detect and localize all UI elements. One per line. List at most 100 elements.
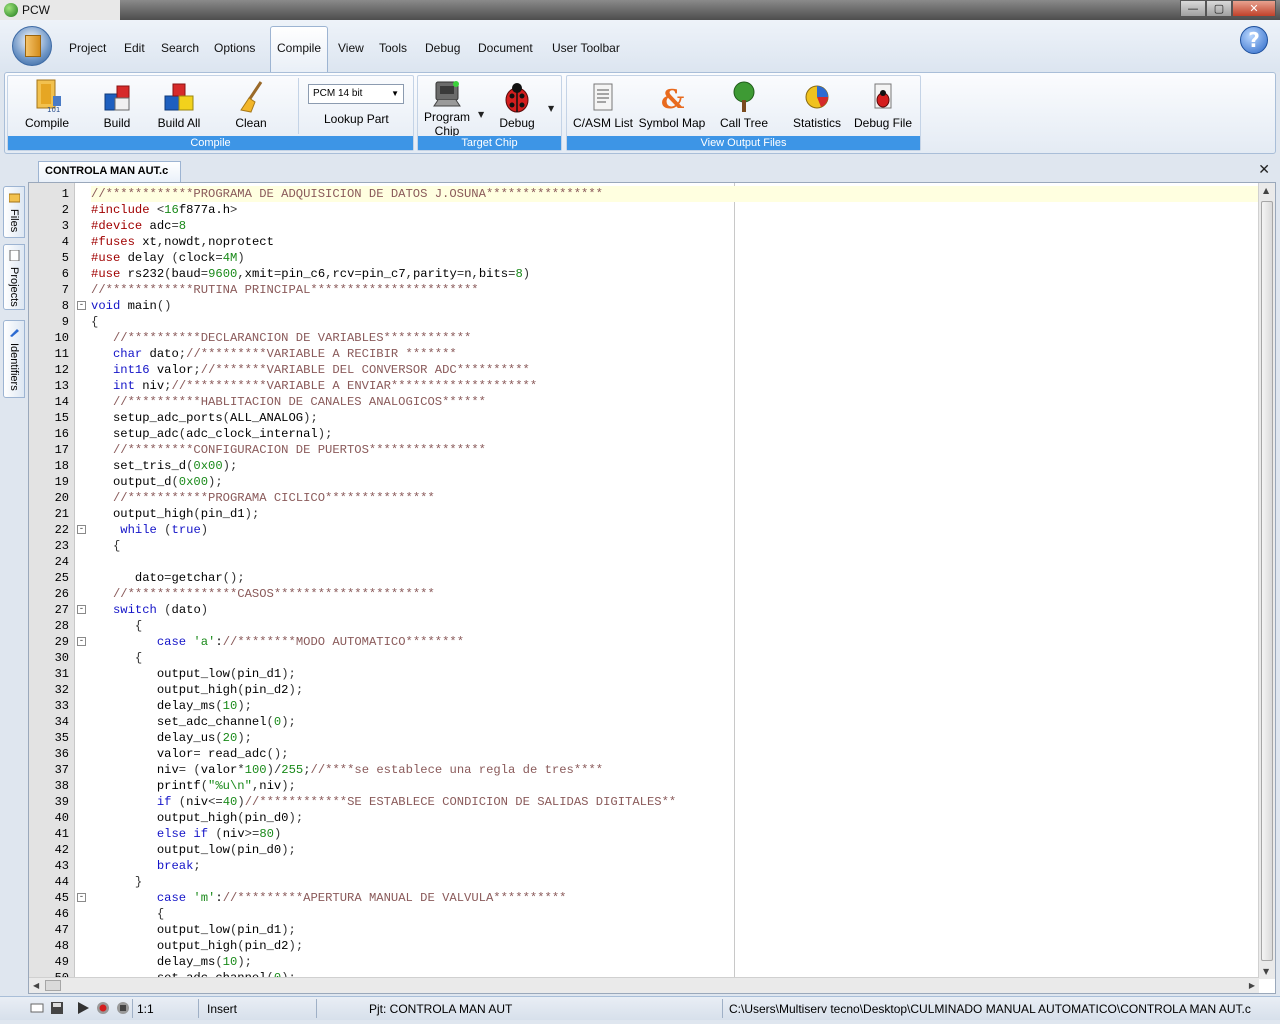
application-menu-button[interactable] xyxy=(12,26,52,66)
scroll-up-icon[interactable]: ▲ xyxy=(1263,186,1269,195)
fold-toggle-icon[interactable]: - xyxy=(77,637,86,646)
fold-toggle-icon[interactable]: - xyxy=(77,301,86,310)
code-line[interactable]: 20 //***********PROGRAMA CICLICO********… xyxy=(55,490,1259,506)
code-line[interactable]: 43 break; xyxy=(55,858,1259,874)
code-line[interactable]: 45- case 'm'://*********APERTURA MANUAL … xyxy=(55,890,1259,906)
side-tab-projects[interactable]: Projects xyxy=(3,244,25,310)
code-line[interactable]: 32 output_high(pin_d2); xyxy=(55,682,1259,698)
code-line[interactable]: 33 delay_ms(10); xyxy=(55,698,1259,714)
code-line[interactable]: 31 output_low(pin_d1); xyxy=(55,666,1259,682)
code-line[interactable]: 21 output_high(pin_d1); xyxy=(55,506,1259,522)
code-line[interactable]: 4 #fuses xt,nowdt,noprotect xyxy=(62,234,1259,250)
toggle-panel-icon[interactable] xyxy=(30,1001,44,1015)
code-line[interactable]: 42 output_low(pin_d0); xyxy=(55,842,1259,858)
code-area[interactable]: 1 //************PROGRAMA DE ADQUISICION D… xyxy=(55,186,1259,986)
code-line[interactable]: 46 { xyxy=(55,906,1259,922)
compile-button[interactable]: 101 Compile xyxy=(22,78,72,130)
fold-toggle-icon[interactable]: - xyxy=(77,525,86,534)
clean-button[interactable]: Clean xyxy=(226,80,276,130)
code-line[interactable]: 47 output_low(pin_d1); xyxy=(55,922,1259,938)
horizontal-scrollbar[interactable]: ◀ ▶ xyxy=(29,977,1259,993)
chip-family-select[interactable]: PCM 14 bit ▼ xyxy=(308,84,404,104)
close-tab-icon[interactable]: ✕ xyxy=(1258,162,1270,178)
statistics-button[interactable]: Statistics xyxy=(787,80,847,130)
code-line[interactable]: 36 valor= read_adc(); xyxy=(55,746,1259,762)
symbol-map-button[interactable]: & Symbol Map xyxy=(637,80,707,130)
casm-list-button[interactable]: C/ASM List xyxy=(573,80,633,130)
menu-options[interactable]: Options xyxy=(214,41,255,55)
build-button[interactable]: Build xyxy=(92,80,142,130)
vertical-scrollbar[interactable]: ▲ ▼ xyxy=(1258,183,1275,979)
record-icon[interactable] xyxy=(96,1001,110,1015)
code-line[interactable]: 12 int16 valor;//*******VARIABLE DEL CON… xyxy=(55,362,1259,378)
help-icon[interactable]: ? xyxy=(1240,26,1268,54)
code-line[interactable]: 16 setup_adc(adc_clock_internal); xyxy=(55,426,1259,442)
code-line[interactable]: 24 xyxy=(55,554,1259,570)
code-line[interactable]: 2 #include <16f877a.h> xyxy=(62,202,1259,218)
code-line[interactable]: 11 char dato;//*********VARIABLE A RECIB… xyxy=(55,346,1259,362)
debug-button[interactable]: Debug xyxy=(492,80,542,130)
menu-view[interactable]: View xyxy=(338,41,364,55)
code-line[interactable]: 26 //***************CASOS***************… xyxy=(55,586,1259,602)
code-line[interactable]: 35 delay_us(20); xyxy=(55,730,1259,746)
code-line[interactable]: 25 dato=getchar(); xyxy=(55,570,1259,586)
tab-controla-man-aut[interactable]: CONTROLA MAN AUT.c xyxy=(38,161,182,182)
code-line[interactable]: 28 { xyxy=(55,618,1259,634)
code-line[interactable]: 15 setup_adc_ports(ALL_ANALOG); xyxy=(55,410,1259,426)
menu-tools[interactable]: Tools xyxy=(379,41,407,55)
menu-debug[interactable]: Debug xyxy=(425,41,460,55)
menu-edit[interactable]: Edit xyxy=(124,41,145,55)
code-line[interactable]: 13 int niv;//***********VARIABLE A ENVIA… xyxy=(55,378,1259,394)
code-line[interactable]: 3 #device adc=8 xyxy=(62,218,1259,234)
program-dropdown-icon[interactable]: ▼ xyxy=(478,110,484,119)
code-line[interactable]: 39 if (niv<=40)//************SE ESTABLEC… xyxy=(55,794,1259,810)
code-line[interactable]: 8- void main() xyxy=(62,298,1259,314)
code-line[interactable]: 38 printf("%u\n",niv); xyxy=(55,778,1259,794)
call-tree-button[interactable]: Call Tree xyxy=(717,80,771,130)
code-line[interactable]: 6 #use rs232(baud=9600,xmit=pin_c6,rcv=pi… xyxy=(62,266,1259,282)
code-line[interactable]: 1 //************PROGRAMA DE ADQUISICION D… xyxy=(62,186,1259,202)
play-icon[interactable] xyxy=(76,1001,90,1015)
code-line[interactable]: 23 { xyxy=(55,538,1259,554)
close-button[interactable]: ✕ xyxy=(1232,0,1276,17)
horizontal-scroll-thumb[interactable] xyxy=(45,980,61,991)
code-line[interactable]: 34 set_adc_channel(0); xyxy=(55,714,1259,730)
code-line[interactable]: 29- case 'a'://********MODO AUTOMATICO**… xyxy=(55,634,1259,650)
code-line[interactable]: 17 //*********CONFIGURACION DE PUERTOS**… xyxy=(55,442,1259,458)
minimize-button[interactable]: — xyxy=(1180,0,1206,17)
code-line[interactable]: 18 set_tris_d(0x00); xyxy=(55,458,1259,474)
code-line[interactable]: 5 #use delay (clock=4M) xyxy=(62,250,1259,266)
menu-user-toolbar[interactable]: User Toolbar xyxy=(552,41,620,55)
save-icon[interactable] xyxy=(50,1001,64,1015)
maximize-button[interactable]: ▢ xyxy=(1206,0,1232,17)
code-line[interactable]: 14 //**********HABLITACION DE CANALES AN… xyxy=(55,394,1259,410)
code-line[interactable]: 48 output_high(pin_d2); xyxy=(55,938,1259,954)
app-icon[interactable] xyxy=(4,3,18,17)
code-editor[interactable]: 1 //************PROGRAMA DE ADQUISICION D… xyxy=(28,182,1276,994)
side-tab-identifiers[interactable]: Identifiers xyxy=(3,320,25,398)
fold-toggle-icon[interactable]: - xyxy=(77,893,86,902)
scroll-right-icon[interactable]: ▶ xyxy=(1249,981,1255,990)
menu-document[interactable]: Document xyxy=(478,41,533,55)
code-line[interactable]: 44 } xyxy=(55,874,1259,890)
code-line[interactable]: 27- switch (dato) xyxy=(55,602,1259,618)
debug-file-button[interactable]: Debug File xyxy=(853,80,913,130)
code-line[interactable]: 30 { xyxy=(55,650,1259,666)
code-line[interactable]: 10 //**********DECLARANCION DE VARIABLES… xyxy=(55,330,1259,346)
code-line[interactable]: 49 delay_ms(10); xyxy=(55,954,1259,970)
stop-icon[interactable] xyxy=(116,1001,130,1015)
debug-dropdown-icon[interactable]: ▼ xyxy=(548,104,554,113)
lookup-part-button[interactable]: Lookup Part xyxy=(324,112,389,126)
scroll-left-icon[interactable]: ◀ xyxy=(33,981,39,990)
program-chip-button[interactable]: Program Chip xyxy=(422,78,472,138)
code-line[interactable]: 22- while (true) xyxy=(55,522,1259,538)
menu-compile[interactable]: Compile xyxy=(270,26,329,72)
menu-project[interactable]: Project xyxy=(69,41,106,55)
code-line[interactable]: 9{ xyxy=(62,314,1259,330)
code-line[interactable]: 40 output_high(pin_d0); xyxy=(55,810,1259,826)
menu-search[interactable]: Search xyxy=(161,41,199,55)
scroll-down-icon[interactable]: ▼ xyxy=(1263,967,1269,976)
build-all-button[interactable]: Build All xyxy=(154,80,204,130)
vertical-scroll-thumb[interactable] xyxy=(1261,201,1273,961)
fold-toggle-icon[interactable]: - xyxy=(77,605,86,614)
